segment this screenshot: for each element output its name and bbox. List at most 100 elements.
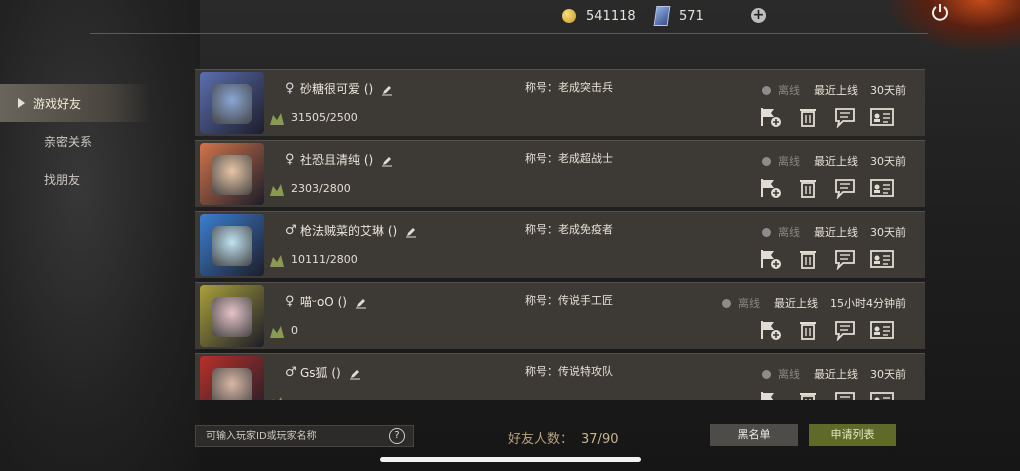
friend-row[interactable]: ♂ Gs狐 () 称号：传说特攻队 离线 最近上线 30天前: [195, 353, 925, 400]
last-online-label: 最近上线: [814, 155, 858, 168]
friend-name: 砂糖很可爱 (): [300, 80, 393, 97]
friend-actions: [758, 177, 906, 199]
profile-card-icon[interactable]: [869, 390, 895, 400]
sidebar-item-label: 找朋友: [44, 172, 81, 187]
status-text: 离线: [778, 84, 800, 97]
friend-title: 称号：老成突击兵: [525, 81, 613, 94]
last-online-label: 最近上线: [814, 84, 858, 97]
home-indicator[interactable]: [380, 457, 641, 462]
flag-add-icon[interactable]: [758, 177, 784, 199]
friend-row[interactable]: ♀ 喵ᵕoO () 0 称号：传说手工匠 离线 最近上线 15小时4分钟前: [195, 282, 925, 349]
trash-icon[interactable]: [795, 319, 821, 341]
status-text: 离线: [738, 297, 760, 310]
online-status: 离线 最近上线 30天前: [762, 366, 906, 382]
chat-icon[interactable]: [832, 106, 858, 128]
status-dot-icon: [762, 156, 771, 166]
gold-coin-icon: [562, 9, 576, 23]
friend-score: 10111/2800: [291, 253, 358, 266]
header-divider: [90, 33, 928, 34]
last-online-time: 30天前: [870, 84, 906, 97]
flag-add-icon[interactable]: [758, 390, 784, 400]
apply-list-button[interactable]: 申请列表: [809, 424, 896, 446]
friend-name-text: 砂糖很可爱 (): [300, 82, 374, 96]
edit-pencil-icon[interactable]: [381, 155, 393, 167]
friend-row[interactable]: ♂ 枪法贼菜的艾琳 () 10111/2800 称号：老成免疫者 离线 最近上线 30天前: [195, 211, 925, 278]
avatar[interactable]: [200, 72, 264, 134]
status-text: 离线: [778, 368, 800, 381]
gender-icon: ♀: [285, 81, 295, 96]
friend-actions: [758, 319, 906, 341]
level-icon: [270, 184, 284, 196]
online-status: 离线 最近上线 30天前: [762, 224, 906, 240]
friend-count-value: 37/90: [581, 432, 619, 447]
status-text: 离线: [778, 226, 800, 239]
friend-actions: [758, 390, 906, 400]
trash-icon[interactable]: [795, 390, 821, 400]
avatar[interactable]: [200, 285, 264, 347]
friend-actions: [758, 106, 906, 128]
sidebar-item-intimate[interactable]: 亲密关系: [0, 122, 150, 160]
flag-add-icon[interactable]: [758, 106, 784, 128]
add-currency-button[interactable]: +: [751, 8, 766, 23]
profile-card-icon[interactable]: [869, 319, 895, 341]
avatar[interactable]: [200, 214, 264, 276]
chat-icon[interactable]: [832, 390, 858, 400]
background-forest: [0, 0, 200, 471]
chat-icon[interactable]: [832, 248, 858, 270]
coin-counter: 541118: [562, 7, 636, 25]
trash-icon[interactable]: [795, 248, 821, 270]
help-icon[interactable]: ?: [389, 428, 405, 444]
profile-card-icon[interactable]: [869, 177, 895, 199]
card-counter: 571: [653, 6, 704, 26]
friend-name-text: Gs狐 (): [300, 366, 341, 380]
level-icon: [270, 255, 284, 267]
edit-pencil-icon[interactable]: [349, 368, 361, 380]
power-icon[interactable]: [929, 1, 951, 23]
status-dot-icon: [722, 298, 731, 308]
search-input[interactable]: [196, 426, 386, 446]
avatar-face: [212, 368, 252, 400]
coin-amount: 541118: [586, 8, 636, 24]
sidebar-item-find-friends[interactable]: 找朋友: [0, 160, 150, 198]
friend-count-label: 好友人数：: [508, 432, 574, 447]
friend-name: Gs狐 (): [300, 364, 361, 381]
profile-card-icon[interactable]: [869, 106, 895, 128]
status-dot-icon: [762, 85, 771, 95]
avatar-face: [212, 297, 252, 337]
flag-add-icon[interactable]: [758, 319, 784, 341]
friend-row[interactable]: ♀ 社恐且清纯 () 2303/2800 称号：老成超战士 离线 最近上线 30天前: [195, 140, 925, 207]
level-icon: [270, 326, 284, 338]
friend-name-text: 喵ᵕoO (): [300, 295, 347, 309]
avatar[interactable]: [200, 356, 264, 400]
friend-count: 好友人数： 37/90: [508, 428, 618, 447]
level-icon: [270, 113, 284, 125]
edit-pencil-icon[interactable]: [381, 84, 393, 96]
friend-row[interactable]: ♀ 砂糖很可爱 () 31505/2500 称号：老成突击兵 离线 最近上线 30天前: [195, 69, 925, 136]
blacklist-button[interactable]: 黑名单: [710, 424, 798, 446]
trash-icon[interactable]: [795, 106, 821, 128]
profile-card-icon[interactable]: [869, 248, 895, 270]
avatar-face: [212, 84, 252, 124]
chat-icon[interactable]: [832, 177, 858, 199]
friend-score: 0: [291, 324, 298, 337]
arrow-right-icon: [18, 98, 25, 108]
sidebar-item-game-friends[interactable]: 游戏好友: [0, 84, 150, 122]
friend-score: 31505/2500: [291, 111, 358, 124]
friend-score: 2303/2800: [291, 182, 351, 195]
flag-add-icon[interactable]: [758, 248, 784, 270]
search-box: ?: [195, 425, 414, 447]
friend-title: 称号：老成免疫者: [525, 223, 613, 236]
chat-icon[interactable]: [832, 319, 858, 341]
sidebar-item-label: 游戏好友: [33, 96, 82, 111]
online-status: 离线 最近上线 30天前: [762, 82, 906, 98]
avatar-face: [212, 155, 252, 195]
trash-icon[interactable]: [795, 177, 821, 199]
friend-list[interactable]: ♀ 砂糖很可爱 () 31505/2500 称号：老成突击兵 离线 最近上线 30天前 ♀ 社恐…: [195, 69, 925, 400]
last-online-label: 最近上线: [774, 297, 818, 310]
online-status: 离线 最近上线 30天前: [762, 153, 906, 169]
avatar[interactable]: [200, 143, 264, 205]
edit-pencil-icon[interactable]: [405, 226, 417, 238]
friend-name: 社恐且清纯 (): [300, 151, 393, 168]
edit-pencil-icon[interactable]: [355, 297, 367, 309]
status-text: 离线: [778, 155, 800, 168]
